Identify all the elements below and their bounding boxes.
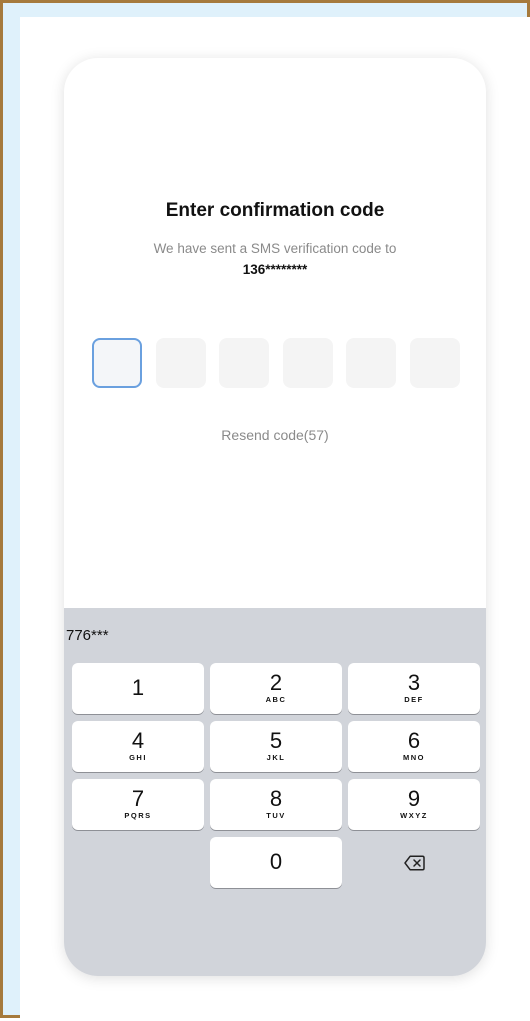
key-3[interactable]: 3 DEF	[348, 663, 480, 714]
key-letters: MNO	[403, 753, 425, 762]
key-digit: 8	[269, 786, 283, 811]
key-6[interactable]: 6 MNO	[348, 721, 480, 772]
keyboard-suggestion[interactable]: 776***	[66, 627, 109, 644]
delete-button[interactable]	[348, 837, 480, 888]
masked-phone-number: 136********	[242, 262, 308, 277]
code-digit-box-5[interactable]	[346, 338, 396, 388]
backspace-icon	[403, 854, 425, 871]
phone-screen: Enter confirmation code We have sent a S…	[64, 58, 486, 976]
key-letters: JKL	[266, 753, 286, 762]
code-digit-box-3[interactable]	[219, 338, 269, 388]
key-letters: TUV	[266, 811, 286, 820]
key-4[interactable]: 4 GHI	[72, 721, 204, 772]
key-8[interactable]: 8 TUV	[210, 779, 342, 830]
key-9[interactable]: 9 WXYZ	[348, 779, 480, 830]
key-2[interactable]: 2 ABC	[210, 663, 342, 714]
key-digit: 4	[131, 728, 145, 753]
verification-message: We have sent a SMS verification code to	[153, 241, 397, 256]
key-digit: 5	[269, 728, 283, 753]
key-digit: 6	[407, 728, 421, 753]
key-digit: 3	[407, 670, 421, 695]
key-digit: 9	[407, 786, 421, 811]
key-letters: ABC	[265, 695, 287, 704]
page-title: Enter confirmation code	[165, 200, 385, 221]
code-digit-box-4[interactable]	[283, 338, 333, 388]
key-5[interactable]: 5 JKL	[210, 721, 342, 772]
key-1[interactable]: 1	[72, 663, 204, 714]
key-0[interactable]: 0	[210, 837, 342, 888]
code-digit-box-1[interactable]	[92, 338, 142, 388]
key-digit: 7	[131, 786, 145, 811]
code-digit-box-2[interactable]	[156, 338, 206, 388]
key-digit: 0	[269, 849, 283, 874]
numeric-keyboard: 776*** 1 2 ABC 3 DEF 4 GHI 5 JKL 6 MNO 7…	[64, 608, 486, 976]
key-letters: WXYZ	[400, 811, 428, 820]
key-letters: GHI	[129, 753, 147, 762]
key-7[interactable]: 7 PQRS	[72, 779, 204, 830]
key-digit: 2	[269, 670, 283, 695]
code-digit-box-6[interactable]	[410, 338, 460, 388]
key-letters: PQRS	[124, 811, 152, 820]
key-digit: 1	[131, 675, 145, 700]
resend-code-link[interactable]: Resend code(57)	[64, 427, 486, 443]
key-letters: DEF	[404, 695, 424, 704]
